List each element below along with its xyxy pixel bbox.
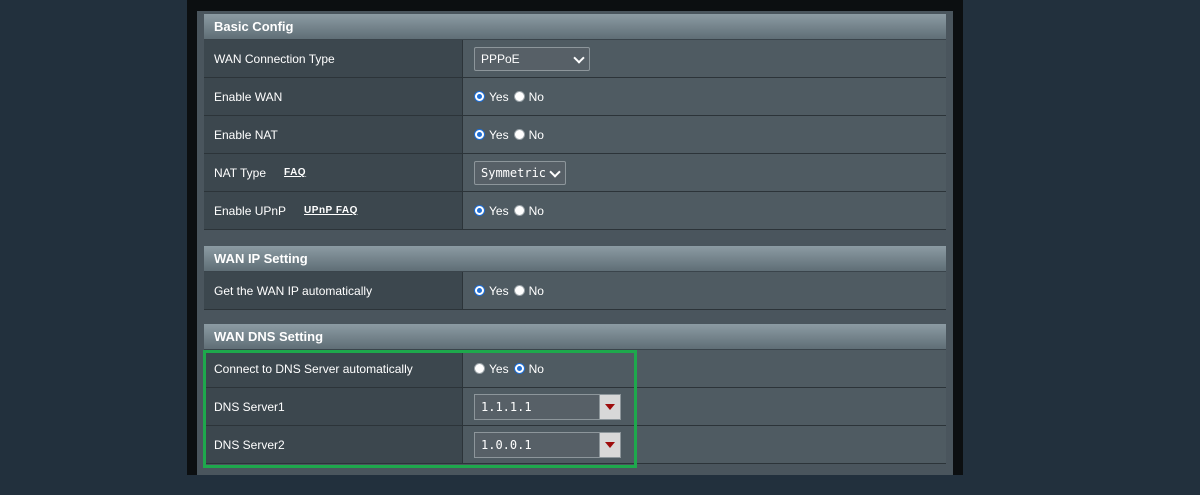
triangle-down-icon	[605, 441, 615, 448]
enable-wan-no-radio[interactable]	[513, 91, 525, 102]
dns-server2-combo: 1.0.0.1	[474, 431, 621, 458]
wan-connection-type-row: WAN Connection Type PPPoE	[204, 40, 946, 78]
enable-upnp-row: Enable UPnP UPnP FAQ Yes No	[204, 192, 946, 230]
connect-dns-auto-yes-radio[interactable]	[474, 363, 485, 374]
dns-server1-dropdown-button[interactable]	[599, 394, 620, 419]
nat-type-row: NAT Type FAQ Symmetric	[204, 154, 946, 192]
connect-dns-auto-radio-group: Yes No	[474, 362, 549, 376]
chevron-down-icon	[549, 165, 561, 178]
wan-ip-setting-section: WAN IP Setting Get the WAN IP automatica…	[204, 246, 946, 310]
row-label: WAN Connection Type	[204, 40, 463, 77]
dns-server1-input[interactable]: 1.1.1.1	[475, 395, 599, 419]
section-title: Basic Config	[204, 14, 946, 40]
get-wan-ip-auto-radio-group: Yes No	[474, 284, 549, 298]
enable-upnp-radio-group: Yes No	[474, 204, 549, 218]
chevron-down-icon	[573, 51, 585, 64]
connect-dns-auto-no-radio[interactable]	[513, 363, 525, 374]
row-label: NAT Type	[214, 165, 267, 180]
connect-dns-auto-row: Connect to DNS Server automatically Yes …	[204, 350, 946, 388]
enable-upnp-yes-radio[interactable]	[474, 205, 485, 216]
get-wan-ip-auto-yes-radio[interactable]	[474, 285, 485, 296]
dns-server1-combo: 1.1.1.1	[474, 393, 621, 420]
row-label: Connect to DNS Server automatically	[204, 350, 463, 387]
triangle-down-icon	[605, 403, 615, 410]
dns-server2-row: DNS Server2 1.0.0.1	[204, 426, 946, 464]
wan-connection-type-select[interactable]: PPPoE	[474, 46, 590, 71]
get-wan-ip-auto-no-radio[interactable]	[513, 285, 525, 296]
basic-config-section: Basic Config WAN Connection Type PPPoE E…	[204, 14, 946, 230]
row-label: Enable UPnP	[214, 203, 287, 218]
settings-panel: Basic Config WAN Connection Type PPPoE E…	[197, 11, 953, 475]
enable-wan-radio-group: Yes No	[474, 90, 549, 104]
enable-nat-no-radio[interactable]	[513, 129, 525, 140]
enable-nat-radio-group: Yes No	[474, 128, 549, 142]
row-label: DNS Server2	[204, 426, 463, 463]
section-title: WAN IP Setting	[204, 246, 946, 272]
row-label: DNS Server1	[204, 388, 463, 425]
enable-wan-yes-radio[interactable]	[474, 91, 485, 102]
dns-server2-dropdown-button[interactable]	[599, 432, 620, 457]
get-wan-ip-auto-row: Get the WAN IP automatically Yes No	[204, 272, 946, 310]
row-label: Get the WAN IP automatically	[204, 272, 463, 309]
enable-upnp-no-radio[interactable]	[513, 205, 525, 216]
dns-server1-row: DNS Server1 1.1.1.1	[204, 388, 946, 426]
nat-faq-link[interactable]: FAQ	[284, 167, 306, 178]
section-title: WAN DNS Setting	[204, 324, 946, 350]
dns-server2-input[interactable]: 1.0.0.1	[475, 433, 599, 457]
row-label: Enable WAN	[204, 78, 463, 115]
wan-dns-setting-section: WAN DNS Setting Connect to DNS Server au…	[204, 324, 946, 464]
nat-type-select[interactable]: Symmetric	[474, 160, 566, 185]
row-label: Enable NAT	[204, 116, 463, 153]
enable-wan-row: Enable WAN Yes No	[204, 78, 946, 116]
enable-nat-row: Enable NAT Yes No	[204, 116, 946, 154]
upnp-faq-link[interactable]: UPnP FAQ	[304, 205, 358, 216]
enable-nat-yes-radio[interactable]	[474, 129, 485, 140]
